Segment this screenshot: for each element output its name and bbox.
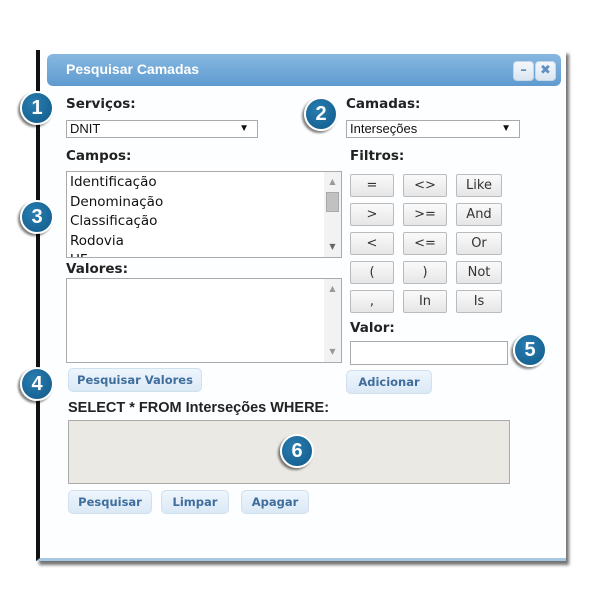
callout-badge-2: 2	[304, 97, 338, 131]
valores-listbox[interactable]: ▲ ▼	[66, 278, 342, 363]
filter-less-equal-button[interactable]: <=	[403, 232, 447, 255]
scroll-down-icon[interactable]: ▼	[324, 345, 341, 359]
list-item[interactable]: Identificação	[70, 173, 163, 193]
filter-comma-button[interactable]: ,	[350, 290, 394, 313]
servicos-selected: DNIT	[70, 121, 101, 136]
callout-badge-6: 6	[280, 434, 314, 468]
search-values-button[interactable]: Pesquisar Valores	[68, 368, 202, 392]
filter-equals-button[interactable]: =	[350, 174, 394, 197]
scroll-up-icon[interactable]: ▲	[324, 175, 341, 189]
search-layers-window: Pesquisar Camadas – ✖ Serviços: DNIT ▼ C…	[36, 50, 566, 561]
window-titlebar[interactable]: Pesquisar Camadas – ✖	[47, 54, 561, 86]
search-button[interactable]: Pesquisar	[68, 490, 152, 514]
minimize-button[interactable]: –	[513, 61, 534, 81]
add-button[interactable]: Adicionar	[346, 370, 432, 394]
filter-and-button[interactable]: And	[456, 203, 502, 226]
filter-less-button[interactable]: <	[350, 232, 394, 255]
campos-listbox[interactable]: Identificação Denominação Classificação …	[66, 171, 342, 258]
camadas-label: Camadas:	[346, 96, 421, 112]
callout-badge-4: 4	[20, 367, 54, 401]
valores-label: Valores:	[66, 261, 128, 277]
campos-scrollbar[interactable]: ▲ ▼	[324, 172, 341, 257]
filter-greater-button[interactable]: >	[350, 203, 394, 226]
filter-not-button[interactable]: Not	[456, 261, 502, 284]
filter-or-button[interactable]: Or	[456, 232, 502, 255]
query-label: SELECT * FROM Interseções WHERE:	[68, 400, 330, 416]
valores-scrollbar[interactable]: ▲ ▼	[324, 279, 341, 362]
valor-input[interactable]	[350, 341, 508, 365]
chevron-down-icon: ▼	[501, 123, 511, 134]
callout-badge-5: 5	[513, 333, 547, 367]
scroll-up-icon[interactable]: ▲	[324, 282, 341, 296]
filter-greater-equal-button[interactable]: >=	[403, 203, 447, 226]
window-title: Pesquisar Camadas	[66, 61, 200, 77]
filter-close-paren-button[interactable]: )	[403, 261, 447, 284]
camadas-select[interactable]: Interseções ▼	[346, 120, 520, 138]
filter-open-paren-button[interactable]: (	[350, 261, 394, 284]
scroll-down-icon[interactable]: ▼	[324, 240, 341, 254]
servicos-label: Serviços:	[66, 96, 136, 112]
filter-like-button[interactable]: Like	[456, 174, 502, 197]
callout-badge-3: 3	[20, 200, 54, 234]
callout-badge-1: 1	[20, 91, 54, 125]
list-item[interactable]: Denominação	[70, 193, 163, 213]
filtros-label: Filtros:	[350, 148, 405, 164]
servicos-select[interactable]: DNIT ▼	[66, 120, 258, 138]
valor-label: Valor:	[350, 320, 395, 336]
chevron-down-icon: ▼	[239, 123, 249, 134]
filter-in-button[interactable]: In	[403, 290, 447, 313]
filter-not-equals-button[interactable]: <>	[403, 174, 447, 197]
list-item[interactable]: UF	[70, 251, 163, 257]
close-button[interactable]: ✖	[535, 61, 556, 81]
scroll-thumb[interactable]	[326, 192, 339, 212]
list-item[interactable]: Classificação	[70, 212, 163, 232]
campos-label: Campos:	[66, 148, 132, 164]
delete-button[interactable]: Apagar	[241, 490, 309, 514]
list-item[interactable]: Rodovia	[70, 232, 163, 252]
clear-button[interactable]: Limpar	[161, 490, 229, 514]
filter-is-button[interactable]: Is	[456, 290, 502, 313]
camadas-selected: Interseções	[350, 121, 418, 136]
